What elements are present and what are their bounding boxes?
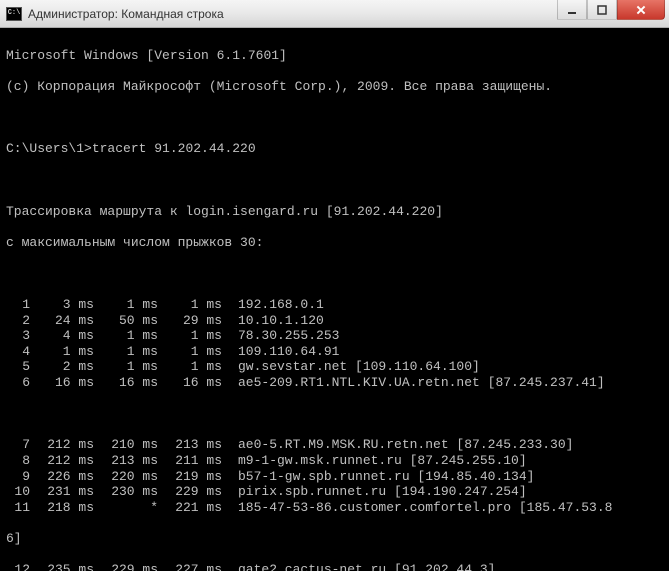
- trace-maxhops: с максимальным числом прыжков 30:: [6, 235, 663, 251]
- hop-host: 10.10.1.120: [222, 313, 663, 329]
- hop-time1: 212 ms: [30, 453, 94, 469]
- hop-host: 185-47-53-86.customer.comfortel.pro [185…: [222, 500, 663, 516]
- hop-time2: 220 ms: [94, 469, 158, 485]
- hop-time1: 235 ms: [30, 562, 94, 571]
- hop-time1: 3 ms: [30, 297, 94, 313]
- window-controls: [557, 0, 665, 20]
- hop-time2: *: [94, 500, 158, 516]
- hop-time3: 1 ms: [158, 297, 222, 313]
- hop-time1: 1 ms: [30, 344, 94, 360]
- hop-row: 52 ms1 ms1 msgw.sevstar.net [109.110.64.…: [6, 359, 663, 375]
- hop-number: 8: [6, 453, 30, 469]
- hop-row: 41 ms1 ms1 ms109.110.64.91: [6, 344, 663, 360]
- hop-time2: 16 ms: [94, 375, 158, 391]
- hop-time3: 1 ms: [158, 344, 222, 360]
- prompt-line: C:\Users\1>tracert 91.202.44.220: [6, 141, 663, 157]
- hop-time3: 1 ms: [158, 328, 222, 344]
- version-line: Microsoft Windows [Version 6.1.7601]: [6, 48, 663, 64]
- hop-row: 13 ms1 ms1 ms192.168.0.1: [6, 297, 663, 313]
- hop-host: gate2.cactus-net.ru [91.202.44.3]: [222, 562, 663, 571]
- hop-time1: 16 ms: [30, 375, 94, 391]
- hop-number: 1: [6, 297, 30, 313]
- hop-time1: 218 ms: [30, 500, 94, 516]
- hop-row: 616 ms16 ms16 msae5-209.RT1.NTL.KIV.UA.r…: [6, 375, 663, 391]
- hop-row: 224 ms50 ms29 ms10.10.1.120: [6, 313, 663, 329]
- hop-number: 2: [6, 313, 30, 329]
- hop-time1: 212 ms: [30, 437, 94, 453]
- maximize-icon: [597, 5, 607, 15]
- copyright-line: (c) Корпорация Майкрософт (Microsoft Cor…: [6, 79, 663, 95]
- hop-host: ae5-209.RT1.NTL.KIV.UA.retn.net [87.245.…: [222, 375, 663, 391]
- titlebar[interactable]: Администратор: Командная строка: [0, 0, 669, 28]
- hop-row: 10231 ms230 ms229 mspirix.spb.runnet.ru …: [6, 484, 663, 500]
- hop-number: 7: [6, 437, 30, 453]
- hop-time3: 29 ms: [158, 313, 222, 329]
- hop-time3: 227 ms: [158, 562, 222, 571]
- hop-host: 192.168.0.1: [222, 297, 663, 313]
- hop-time3: 213 ms: [158, 437, 222, 453]
- hop-row: 34 ms1 ms1 ms78.30.255.253: [6, 328, 663, 344]
- hop-host: ae0-5.RT.M9.MSK.RU.retn.net [87.245.233.…: [222, 437, 663, 453]
- hop-time1: 24 ms: [30, 313, 94, 329]
- minimize-icon: [567, 5, 577, 15]
- hop-number: 9: [6, 469, 30, 485]
- hop-host: 78.30.255.253: [222, 328, 663, 344]
- hop-time3: 16 ms: [158, 375, 222, 391]
- hop-number: 6: [6, 375, 30, 391]
- hop-time3: 221 ms: [158, 500, 222, 516]
- hop-time2: 1 ms: [94, 344, 158, 360]
- prompt: C:\Users\1>: [6, 141, 92, 156]
- terminal-output[interactable]: Microsoft Windows [Version 6.1.7601] (c)…: [0, 28, 669, 571]
- maximize-button[interactable]: [587, 0, 617, 20]
- hop-time2: 229 ms: [94, 562, 158, 571]
- hop-number: 4: [6, 344, 30, 360]
- hop-row: 12235 ms229 ms227 msgate2.cactus-net.ru …: [6, 562, 663, 571]
- hop-host: gw.sevstar.net [109.110.64.100]: [222, 359, 663, 375]
- window-title: Администратор: Командная строка: [28, 7, 557, 21]
- hop-host: pirix.spb.runnet.ru [194.190.247.254]: [222, 484, 663, 500]
- hop-time1: 2 ms: [30, 359, 94, 375]
- wrap-line: 6]: [6, 531, 663, 547]
- hop-row: 7212 ms210 ms213 msae0-5.RT.M9.MSK.RU.re…: [6, 437, 663, 453]
- hop-number: 10: [6, 484, 30, 500]
- close-button[interactable]: [617, 0, 665, 20]
- hop-time2: 213 ms: [94, 453, 158, 469]
- hop-number: 12: [6, 562, 30, 571]
- hop-number: 5: [6, 359, 30, 375]
- cmd-window: Администратор: Командная строка Microsof…: [0, 0, 669, 571]
- hop-row: 9226 ms220 ms219 msb57-1-gw.spb.runnet.r…: [6, 469, 663, 485]
- hop-time2: 50 ms: [94, 313, 158, 329]
- minimize-button[interactable]: [557, 0, 587, 20]
- hop-host: b57-1-gw.spb.runnet.ru [194.85.40.134]: [222, 469, 663, 485]
- hop-time1: 226 ms: [30, 469, 94, 485]
- hop-number: 11: [6, 500, 30, 516]
- hop-time2: 230 ms: [94, 484, 158, 500]
- hop-host: 109.110.64.91: [222, 344, 663, 360]
- hop-time2: 1 ms: [94, 297, 158, 313]
- hop-time1: 231 ms: [30, 484, 94, 500]
- hop-host: m9-1-gw.msk.runnet.ru [87.245.255.10]: [222, 453, 663, 469]
- hop-time3: 1 ms: [158, 359, 222, 375]
- hop-number: 3: [6, 328, 30, 344]
- hop-time3: 219 ms: [158, 469, 222, 485]
- hop-row: 8212 ms213 ms211 msm9-1-gw.msk.runnet.ru…: [6, 453, 663, 469]
- command: tracert 91.202.44.220: [92, 141, 256, 156]
- close-icon: [635, 4, 647, 16]
- hop-time3: 211 ms: [158, 453, 222, 469]
- hop-time2: 1 ms: [94, 359, 158, 375]
- hop-time3: 229 ms: [158, 484, 222, 500]
- hop-row: 11218 ms*221 ms185-47-53-86.customer.com…: [6, 500, 663, 516]
- hop-time2: 210 ms: [94, 437, 158, 453]
- trace-target: Трассировка маршрута к login.isengard.ru…: [6, 204, 663, 220]
- hop-time1: 4 ms: [30, 328, 94, 344]
- cmd-icon: [6, 7, 22, 21]
- hop-time2: 1 ms: [94, 328, 158, 344]
